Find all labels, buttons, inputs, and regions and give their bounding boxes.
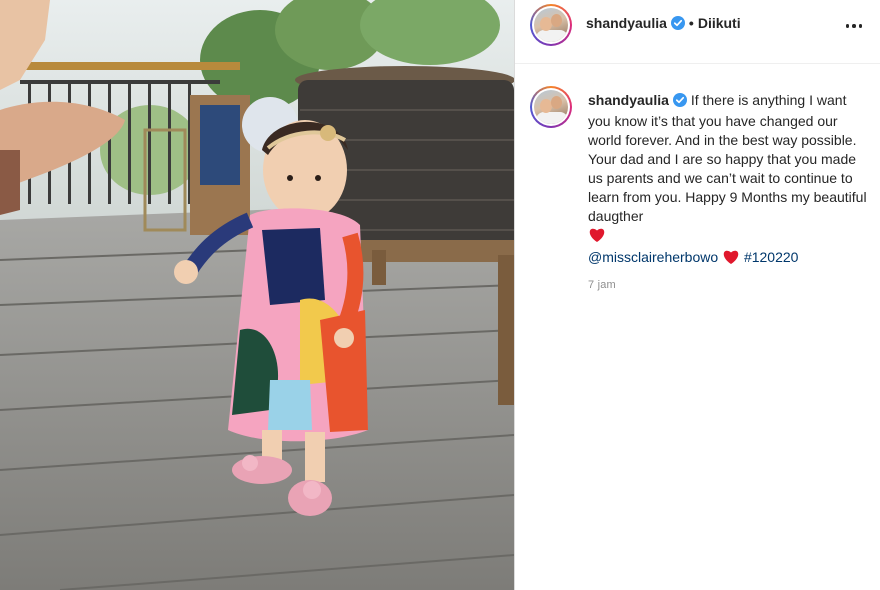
post-media[interactable]	[0, 0, 514, 590]
mention-link[interactable]: @missclaireherbowo	[588, 249, 718, 265]
author-avatar[interactable]	[530, 4, 572, 46]
caption-author-avatar[interactable]	[530, 86, 572, 128]
post-header: shandyaulia • Diikuti	[515, 0, 880, 64]
author-username[interactable]: shandyaulia	[586, 15, 667, 31]
verified-badge-icon	[672, 93, 687, 112]
red-heart-emoji-icon	[722, 249, 740, 270]
post-timestamp[interactable]: 7 jam	[588, 279, 616, 291]
caption-text-block: shandyaulia If there is anything I want …	[588, 91, 868, 270]
caption-author-username[interactable]: shandyaulia	[588, 92, 669, 108]
verified-badge-icon	[670, 16, 685, 33]
post-side-panel: shandyaulia • Diikuti shandyaulia If there…	[515, 0, 880, 590]
hashtag-link[interactable]: #120220	[744, 249, 799, 265]
more-options-icon[interactable]	[842, 14, 866, 38]
author-line: shandyaulia • Diikuti	[586, 15, 741, 33]
follow-status-button[interactable]: Diikuti	[698, 15, 741, 31]
post-photo	[0, 0, 514, 590]
caption-tags-line: @missclaireherbowo #120220	[588, 248, 868, 270]
red-heart-emoji-icon	[588, 227, 606, 248]
separator-dot: •	[688, 15, 694, 31]
caption-text: If there is anything I want you know it’…	[588, 92, 867, 224]
